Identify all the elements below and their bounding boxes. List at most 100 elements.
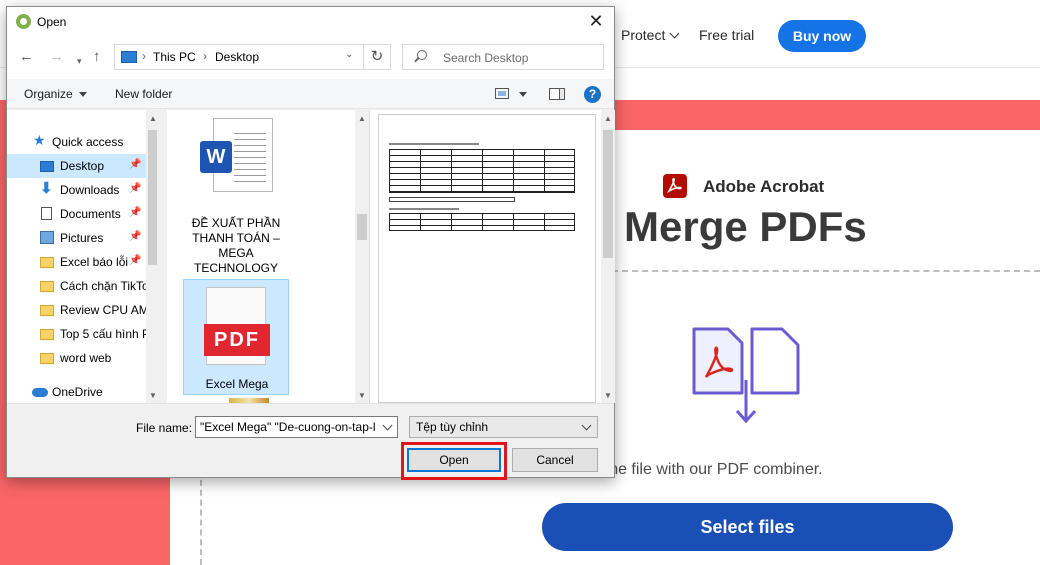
nav-item-label: Desktop <box>60 159 105 173</box>
dialog-footer: File name: "Excel Mega" "De-cuong-on-tap… <box>7 403 614 480</box>
file-type-select[interactable]: Tệp tùy chỉnh <box>409 416 598 438</box>
nav-item-quick-access[interactable]: ★ Quick access <box>7 130 147 154</box>
recent-locations-chevron-icon[interactable]: ▾ <box>77 53 82 69</box>
nav-item-label: Quick access <box>52 135 124 149</box>
word-page-lines <box>234 133 266 183</box>
help-icon[interactable]: ? <box>584 86 601 103</box>
select-files-button[interactable]: Select files <box>542 503 953 551</box>
up-arrow-icon[interactable]: ↑ <box>93 49 101 65</box>
preview-scrollbar[interactable]: ▲ ▼ <box>601 110 615 403</box>
nav-item-label: word web <box>60 351 112 365</box>
search-input[interactable] <box>441 50 591 66</box>
file-name-label: Excel Mega <box>205 377 269 391</box>
file-list-scrollbar[interactable]: ▲ ▼ <box>355 110 369 403</box>
scroll-down-icon[interactable]: ▼ <box>604 391 612 400</box>
pin-icon: 📌 <box>129 159 142 170</box>
navigation-pane: ★ Quick access Desktop 📌 ⬇ Downloads 📌 D… <box>7 110 159 403</box>
nav-item-top-5-cau-hinh[interactable]: Top 5 cấu hình P <box>7 322 147 346</box>
folder-icon <box>40 281 54 292</box>
organize-menu[interactable]: Organize <box>24 87 87 101</box>
nav-protect-label: Protect <box>621 27 666 43</box>
app-icon <box>16 14 31 29</box>
cancel-button[interactable]: Cancel <box>512 448 598 472</box>
breadcrumb-this-pc[interactable]: This PC <box>153 50 196 64</box>
onedrive-icon <box>32 388 48 397</box>
address-row: ← → ▾ ↑ › This PC › Desktop ⌄ ↻ <box>7 37 614 79</box>
refresh-icon: ↻ <box>370 48 384 65</box>
acrobat-brand: Adobe Acrobat <box>703 177 825 196</box>
scroll-down-icon[interactable]: ▼ <box>358 391 366 400</box>
pdf-badge: PDF <box>204 324 270 356</box>
nav-item-pictures[interactable]: Pictures 📌 <box>7 226 147 250</box>
folder-icon <box>40 329 54 340</box>
new-folder-button[interactable]: New folder <box>115 87 172 101</box>
preview-table <box>389 149 575 193</box>
nav-item-onedrive[interactable]: OneDrive <box>7 380 147 404</box>
nav-protect[interactable]: Protect <box>621 27 680 43</box>
scroll-down-icon[interactable]: ▼ <box>149 391 157 400</box>
nav-item-desktop[interactable]: Desktop 📌 <box>7 154 147 178</box>
search-icon <box>417 50 427 60</box>
buy-now-button[interactable]: Buy now <box>778 20 866 52</box>
nav-item-downloads[interactable]: ⬇ Downloads 📌 <box>7 178 147 202</box>
address-bar[interactable]: › This PC › Desktop ⌄ <box>114 44 364 70</box>
back-arrow-icon[interactable]: ← <box>19 49 34 65</box>
picture-icon <box>40 231 54 244</box>
breadcrumb-desktop[interactable]: Desktop <box>215 50 259 64</box>
nav-item-label: Cách chặn TikTo <box>60 279 147 293</box>
nav-scrollbar[interactable]: ▲ ▼ <box>146 110 159 403</box>
organize-label: Organize <box>24 87 73 101</box>
nav-item-excel-bao-loi[interactable]: Excel báo lỗi 📌 <box>7 250 147 274</box>
address-dropdown-icon[interactable]: ⌄ <box>345 49 353 60</box>
search-box[interactable] <box>402 44 604 70</box>
acrobat-logo-icon <box>663 174 687 198</box>
view-options-icon[interactable] <box>495 88 509 99</box>
open-button[interactable]: Open <box>407 448 501 472</box>
close-icon[interactable]: ✕ <box>586 12 606 32</box>
file-name-label: ĐỀ XUẤT PHẦN THANH TOÁN – MEGA TECHNOLOG… <box>191 216 281 275</box>
file-item-word[interactable]: W ĐỀ XUẤT PHẦN THANH TOÁN – MEGA TECHNOL… <box>183 118 289 276</box>
scroll-up-icon[interactable]: ▲ <box>604 114 612 123</box>
scroll-up-icon[interactable]: ▲ <box>149 114 157 123</box>
preview-heading <box>389 208 459 210</box>
dropdown-triangle-icon <box>78 92 87 97</box>
preview-pane: ▲ ▼ <box>369 110 615 403</box>
pin-icon: 📌 <box>129 183 142 194</box>
pdf-file-icon: PDF <box>204 287 270 365</box>
refresh-button[interactable]: ↻ <box>363 44 391 70</box>
folder-icon <box>40 305 54 316</box>
nav-scroll-thumb[interactable] <box>148 130 157 265</box>
document-icon <box>41 207 52 220</box>
document-preview <box>378 114 596 403</box>
preview-table <box>389 213 575 231</box>
nav-item-cach-chan-tiktok[interactable]: Cách chặn TikTo <box>7 274 147 298</box>
forward-arrow-icon[interactable]: → <box>49 49 64 65</box>
nav-item-label: Excel báo lỗi <box>60 255 129 269</box>
file-name-input[interactable]: "Excel Mega" "De-cuong-on-tap-l <box>195 416 398 438</box>
scroll-up-icon[interactable]: ▲ <box>358 114 366 123</box>
nav-item-documents[interactable]: Documents 📌 <box>7 202 147 226</box>
merge-files-icon <box>690 325 805 425</box>
nav-item-word-web[interactable]: word web <box>7 346 147 370</box>
word-badge: W <box>200 141 232 173</box>
word-file-icon: W <box>200 118 273 192</box>
drop-zone-border-left <box>200 470 202 565</box>
breadcrumb-chevron-icon: › <box>203 49 207 63</box>
preview-scroll-thumb[interactable] <box>603 130 613 258</box>
page-title: Merge PDFs <box>624 203 867 250</box>
folder-icon <box>40 353 54 364</box>
pin-icon: 📌 <box>129 231 142 242</box>
preview-summary-row <box>389 197 515 202</box>
nav-item-review-cpu[interactable]: Review CPU AM <box>7 298 147 322</box>
star-icon: ★ <box>33 132 46 148</box>
dialog-title: Open <box>37 15 67 29</box>
file-scroll-thumb[interactable] <box>357 214 367 240</box>
view-dropdown-icon[interactable] <box>519 92 527 97</box>
preview-pane-icon[interactable] <box>549 88 565 100</box>
nav-item-label: Downloads <box>60 183 120 197</box>
this-pc-icon <box>121 51 137 63</box>
file-item-excel-mega[interactable]: PDF Excel Mega <box>183 279 289 395</box>
nav-free-trial[interactable]: Free trial <box>699 27 754 43</box>
command-toolbar: Organize New folder ? <box>7 79 614 109</box>
nav-item-label: Documents <box>60 207 121 221</box>
